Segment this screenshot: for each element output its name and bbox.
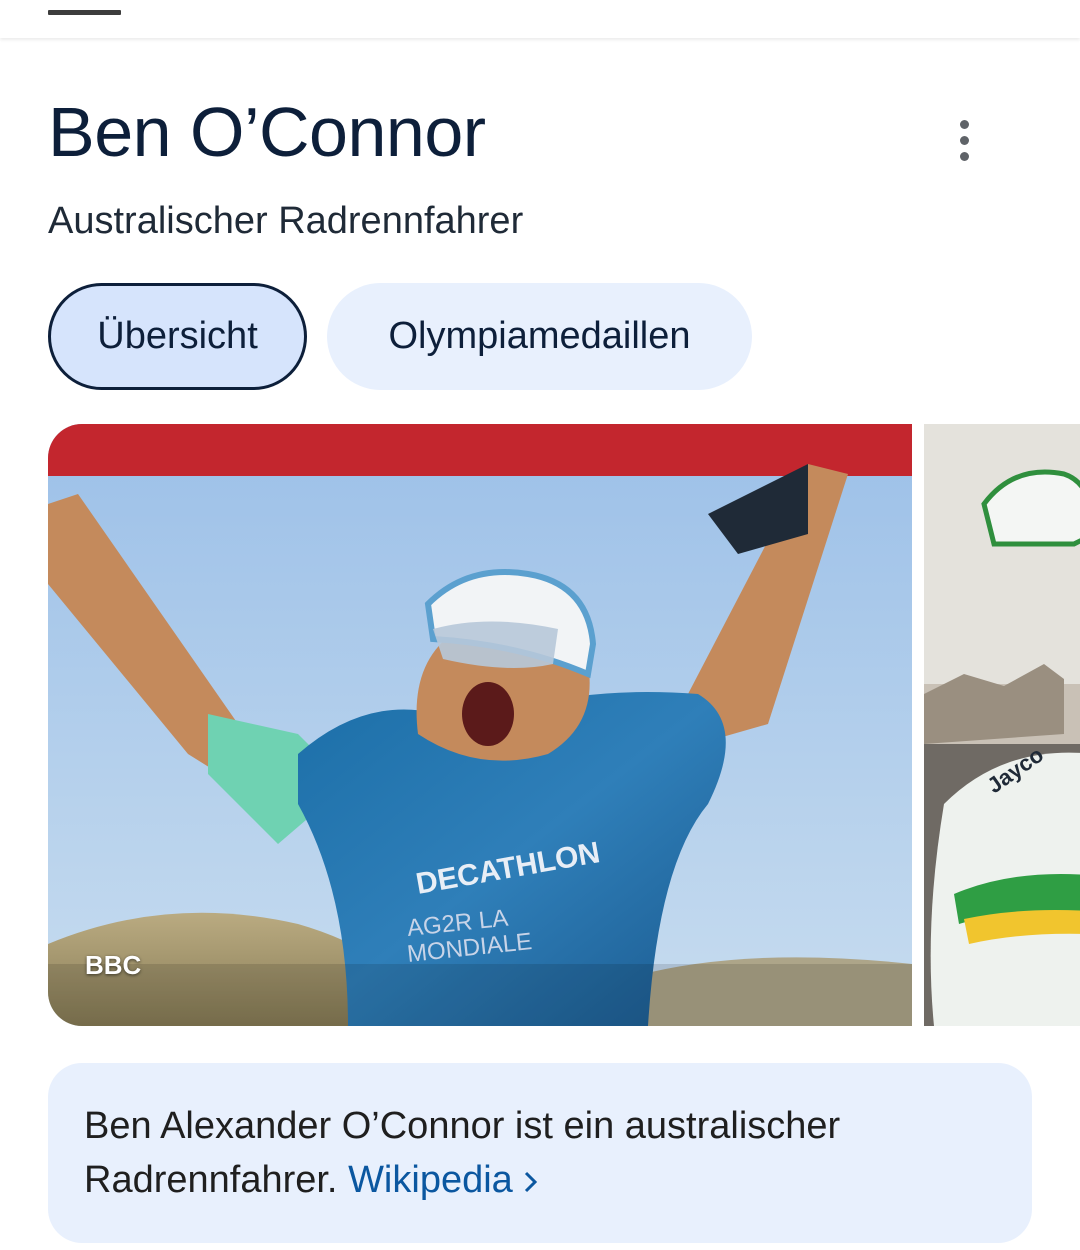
image-second[interactable]: Jayco <box>924 424 1080 1026</box>
top-bar <box>0 0 1080 38</box>
image-source-label: BBC <box>85 950 142 980</box>
more-vert-icon <box>959 119 969 129</box>
cyclist-portrait-image: Jayco <box>924 424 1080 1026</box>
page-subtitle: Australischer Radrennfahrer <box>48 200 524 242</box>
tab-uebersicht[interactable]: Übersicht <box>48 283 307 390</box>
wikipedia-link-label: Wikipedia <box>348 1159 513 1201</box>
wikipedia-link[interactable]: Wikipedia <box>348 1159 539 1201</box>
description-card: Ben Alexander O’Connor ist ein australis… <box>48 1063 1032 1243</box>
image-main[interactable]: DECATHLON AG2R LA MONDIALE BBC <box>48 424 912 1026</box>
active-tab-indicator <box>48 10 121 15</box>
tab-olympiamedaillen[interactable]: Olympiamedaillen <box>327 283 752 390</box>
image-gallery: DECATHLON AG2R LA MONDIALE BBC Jayco <box>48 424 1080 1026</box>
cyclist-celebrating-image: DECATHLON AG2R LA MONDIALE <box>48 424 912 1026</box>
tab-chips: Übersicht Olympiamedaillen <box>48 283 752 390</box>
more-options-button[interactable] <box>938 112 990 168</box>
description-paragraph: Ben Alexander O’Connor ist ein australis… <box>84 1099 996 1207</box>
chevron-right-icon <box>524 1171 537 1193</box>
page-title: Ben O’Connor <box>48 93 486 171</box>
